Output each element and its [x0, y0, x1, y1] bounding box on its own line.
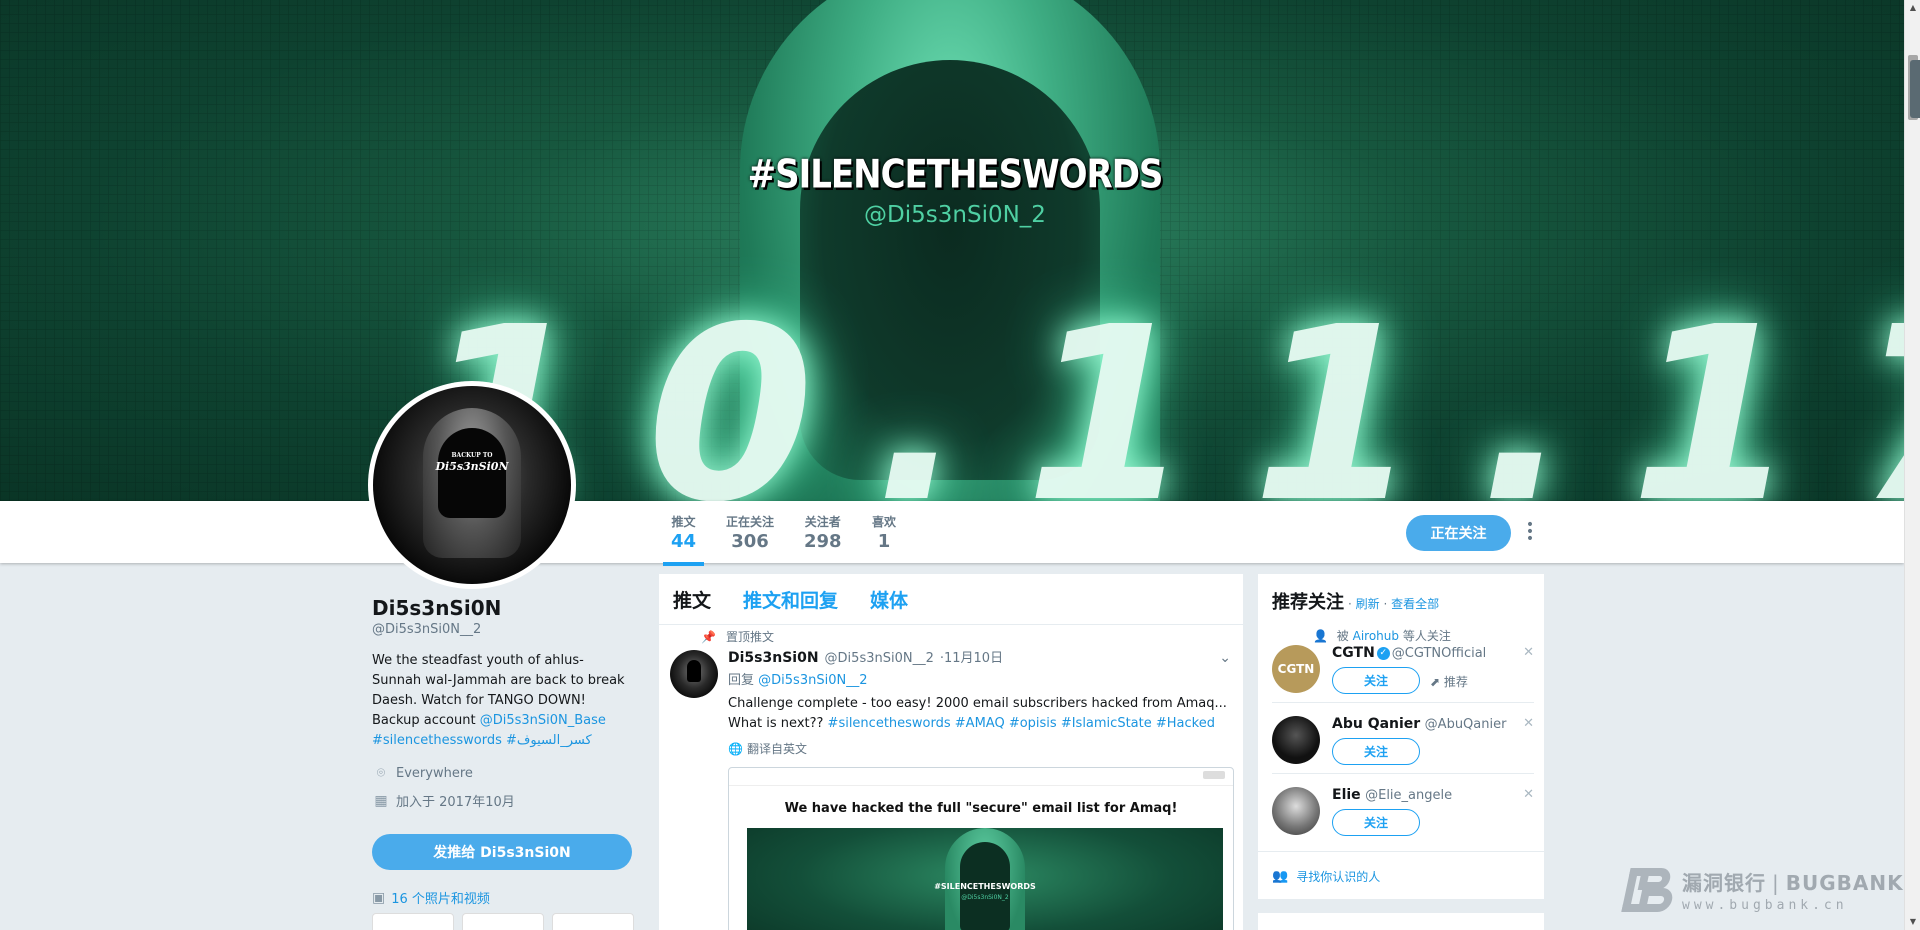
chevron-down-icon[interactable]: ⌄: [1219, 650, 1231, 666]
promoted-icon: ⬈: [1430, 675, 1441, 689]
pin-icon: 📌: [701, 629, 716, 644]
profile-handle[interactable]: @Di5s3nSi0N__2: [372, 622, 632, 637]
followed-by-user[interactable]: Airohub: [1353, 629, 1399, 643]
nav-following-label: 正在关注: [726, 515, 775, 529]
tweet-hashtags[interactable]: #silencetheswords #AMAQ #opisis #Islamic…: [828, 716, 1215, 731]
nav-likes-label: 喜欢: [872, 515, 897, 529]
joined-text: 加入于 2017年10月: [396, 795, 515, 810]
sidebar-module: [1257, 912, 1545, 930]
people-icon: 👥: [1272, 869, 1289, 884]
suggestion-follow-button[interactable]: 关注: [1332, 738, 1420, 765]
nav-tweets[interactable]: 推文 44: [662, 513, 705, 566]
suggestion-avatar[interactable]: CGTN: [1272, 645, 1320, 693]
vertical-dots-icon[interactable]: • • •: [1524, 518, 1536, 546]
suggestion-avatar[interactable]: [1272, 716, 1320, 764]
view-all-link[interactable]: 查看全部: [1391, 597, 1439, 611]
wtf-title: 推荐关注: [1272, 592, 1344, 613]
nav-followers[interactable]: 关注者 298: [804, 513, 842, 552]
nav-tweets-label: 推文: [671, 515, 696, 529]
calendar-icon: ▦: [374, 792, 388, 809]
nav-likes-count: 1: [877, 531, 891, 552]
tweet-text: Challenge complete - too easy! 2000 emai…: [728, 696, 1227, 731]
timeline: 推文 推文和回复 媒体 📌 置顶推文 Di5s3nSi0N @Di5s3nSi0…: [658, 573, 1244, 930]
banner-date: 10.11.17: [420, 275, 1904, 501]
suggestion-follow-button[interactable]: 关注: [1332, 667, 1420, 694]
scroll-down-arrow-icon[interactable]: ▼: [1905, 914, 1920, 930]
following-button[interactable]: 正在关注: [1406, 515, 1511, 551]
photos-videos-link[interactable]: ▣ 16 个照片和视频: [372, 888, 490, 908]
close-icon[interactable]: ✕: [1523, 645, 1534, 660]
location-text: Everywhere: [396, 765, 473, 781]
find-people-link[interactable]: 👥 寻找你认识的人: [1258, 851, 1544, 901]
location-pin-icon: ⌾: [376, 765, 386, 781]
suggestion-follow-button[interactable]: 关注: [1332, 809, 1420, 836]
media-handle: @Di5s3nSi0N_2: [961, 894, 1009, 901]
bugbank-watermark: 漏洞银行 | BUGBANK www.bugbank.cn: [1621, 866, 1904, 914]
tweet-avatar[interactable]: [670, 650, 718, 698]
nav-likes[interactable]: 喜欢 1: [872, 513, 896, 552]
tweet-header: Di5s3nSi0N @Di5s3nSi0N__2 ·11月10日: [728, 647, 1003, 666]
profile-avatar[interactable]: BACKUP TO Di5s3nSi0N: [368, 381, 576, 589]
nav-tweets-count: 44: [671, 531, 697, 552]
nav-followers-label: 关注者: [804, 515, 841, 529]
verified-badge-icon: ✓: [1376, 646, 1390, 660]
suggestion-name[interactable]: Abu Qanier @AbuQanier: [1332, 716, 1506, 732]
followed-by: 👤 被 Airohub 等人关注: [1313, 629, 1451, 643]
tweet-media[interactable]: We have hacked the full "secure" email l…: [728, 767, 1234, 930]
watermark-url: www.bugbank.cn: [1682, 898, 1848, 913]
suggestion-name[interactable]: Elie @Elie_angele: [1332, 787, 1452, 803]
avatar-text: BACKUP TO Di5s3nSi0N: [435, 452, 509, 473]
tab-tweets-replies[interactable]: 推文和回复: [743, 586, 838, 613]
media-image: #SILENCETHESWORDS @Di5s3nSi0N_2: [747, 828, 1223, 930]
vertical-scrollbar[interactable]: ▲ ▼: [1904, 0, 1920, 930]
close-icon[interactable]: ✕: [1523, 787, 1534, 802]
pinned-label: 📌 置顶推文: [701, 629, 774, 645]
bio-account-link[interactable]: @Di5s3nSi0N_Base: [480, 713, 606, 728]
banner-hashtag: #SILENCETHESWORDS: [747, 152, 1164, 198]
media-thumbnail[interactable]: [552, 913, 634, 930]
person-icon: 👤: [1313, 629, 1328, 643]
banner-handle: @Di5s3nSi0N_2: [864, 202, 1046, 228]
tab-tweets[interactable]: 推文: [673, 586, 711, 613]
tweet-author-name[interactable]: Di5s3nSi0N: [728, 650, 819, 666]
watermark-en: BUGBANK: [1785, 871, 1904, 895]
profile-nav: 推文 44 正在关注 306 关注者 298 喜欢 1: [0, 501, 1904, 566]
tweet-to-button[interactable]: 发推给 Di5s3nSi0N: [372, 834, 632, 870]
refresh-link[interactable]: 刷新: [1356, 597, 1380, 611]
close-icon[interactable]: ✕: [1523, 716, 1534, 731]
nav-followers-count: 298: [804, 531, 842, 552]
profile-joined: ▦ 加入于 2017年10月: [372, 791, 632, 811]
profile-location: ⌾ Everywhere: [372, 765, 632, 781]
profile-card: Di5s3nSi0N @Di5s3nSi0N__2 We the steadfa…: [372, 596, 632, 810]
timeline-tabs: 推文 推文和回复 媒体: [659, 574, 1243, 625]
tweet-author-handle[interactable]: @Di5s3nSi0N__2: [825, 651, 934, 666]
photos-link-text: 16 个照片和视频: [391, 892, 490, 907]
reply-to: 回复 @Di5s3nSi0N__2: [728, 673, 868, 688]
nav-following-count: 306: [731, 531, 769, 552]
media-thumbnails: [372, 913, 634, 930]
nav-following[interactable]: 正在关注 306: [726, 513, 774, 552]
media-title: We have hacked the full "secure" email l…: [784, 801, 1178, 816]
profile-bio: We the steadfast youth of ahlus-Sunnah w…: [372, 651, 632, 751]
bio-hashtags[interactable]: #silencethesswords #كسر_السيوف: [372, 733, 592, 748]
media-thumbnail[interactable]: [372, 913, 454, 930]
suggestion-avatar[interactable]: [1272, 787, 1320, 835]
media-thumbnail[interactable]: [462, 913, 544, 930]
suggestion-name[interactable]: CGTN ✓ @CGTNOfficial: [1332, 645, 1486, 661]
tab-media[interactable]: 媒体: [870, 586, 908, 613]
bugbank-logo-icon: [1621, 866, 1675, 914]
media-hashtag: #SILENCETHESWORDS: [934, 882, 1036, 891]
scroll-up-arrow-icon[interactable]: ▲: [1905, 0, 1920, 16]
who-to-follow: 推荐关注 · 刷新 · 查看全部 👤 被 Airohub 等人关注 CGTN C…: [1257, 573, 1545, 900]
tweet-date[interactable]: ·11月10日: [940, 647, 1003, 666]
browser-extension-icon[interactable]: [1910, 60, 1920, 118]
reply-to-link[interactable]: @Di5s3nSi0N__2: [758, 673, 867, 688]
image-icon: ▣: [372, 889, 386, 906]
globe-icon: 🌐: [728, 741, 743, 756]
translate-link[interactable]: 🌐 翻译自英文: [728, 740, 807, 757]
profile-name[interactable]: Di5s3nSi0N: [372, 596, 632, 620]
promoted-label: ⬈ 推荐: [1430, 675, 1468, 689]
watermark-cn: 漏洞银行: [1682, 871, 1766, 895]
profile-banner: #SILENCETHESWORDS @Di5s3nSi0N_2 10.11.17: [0, 0, 1904, 501]
